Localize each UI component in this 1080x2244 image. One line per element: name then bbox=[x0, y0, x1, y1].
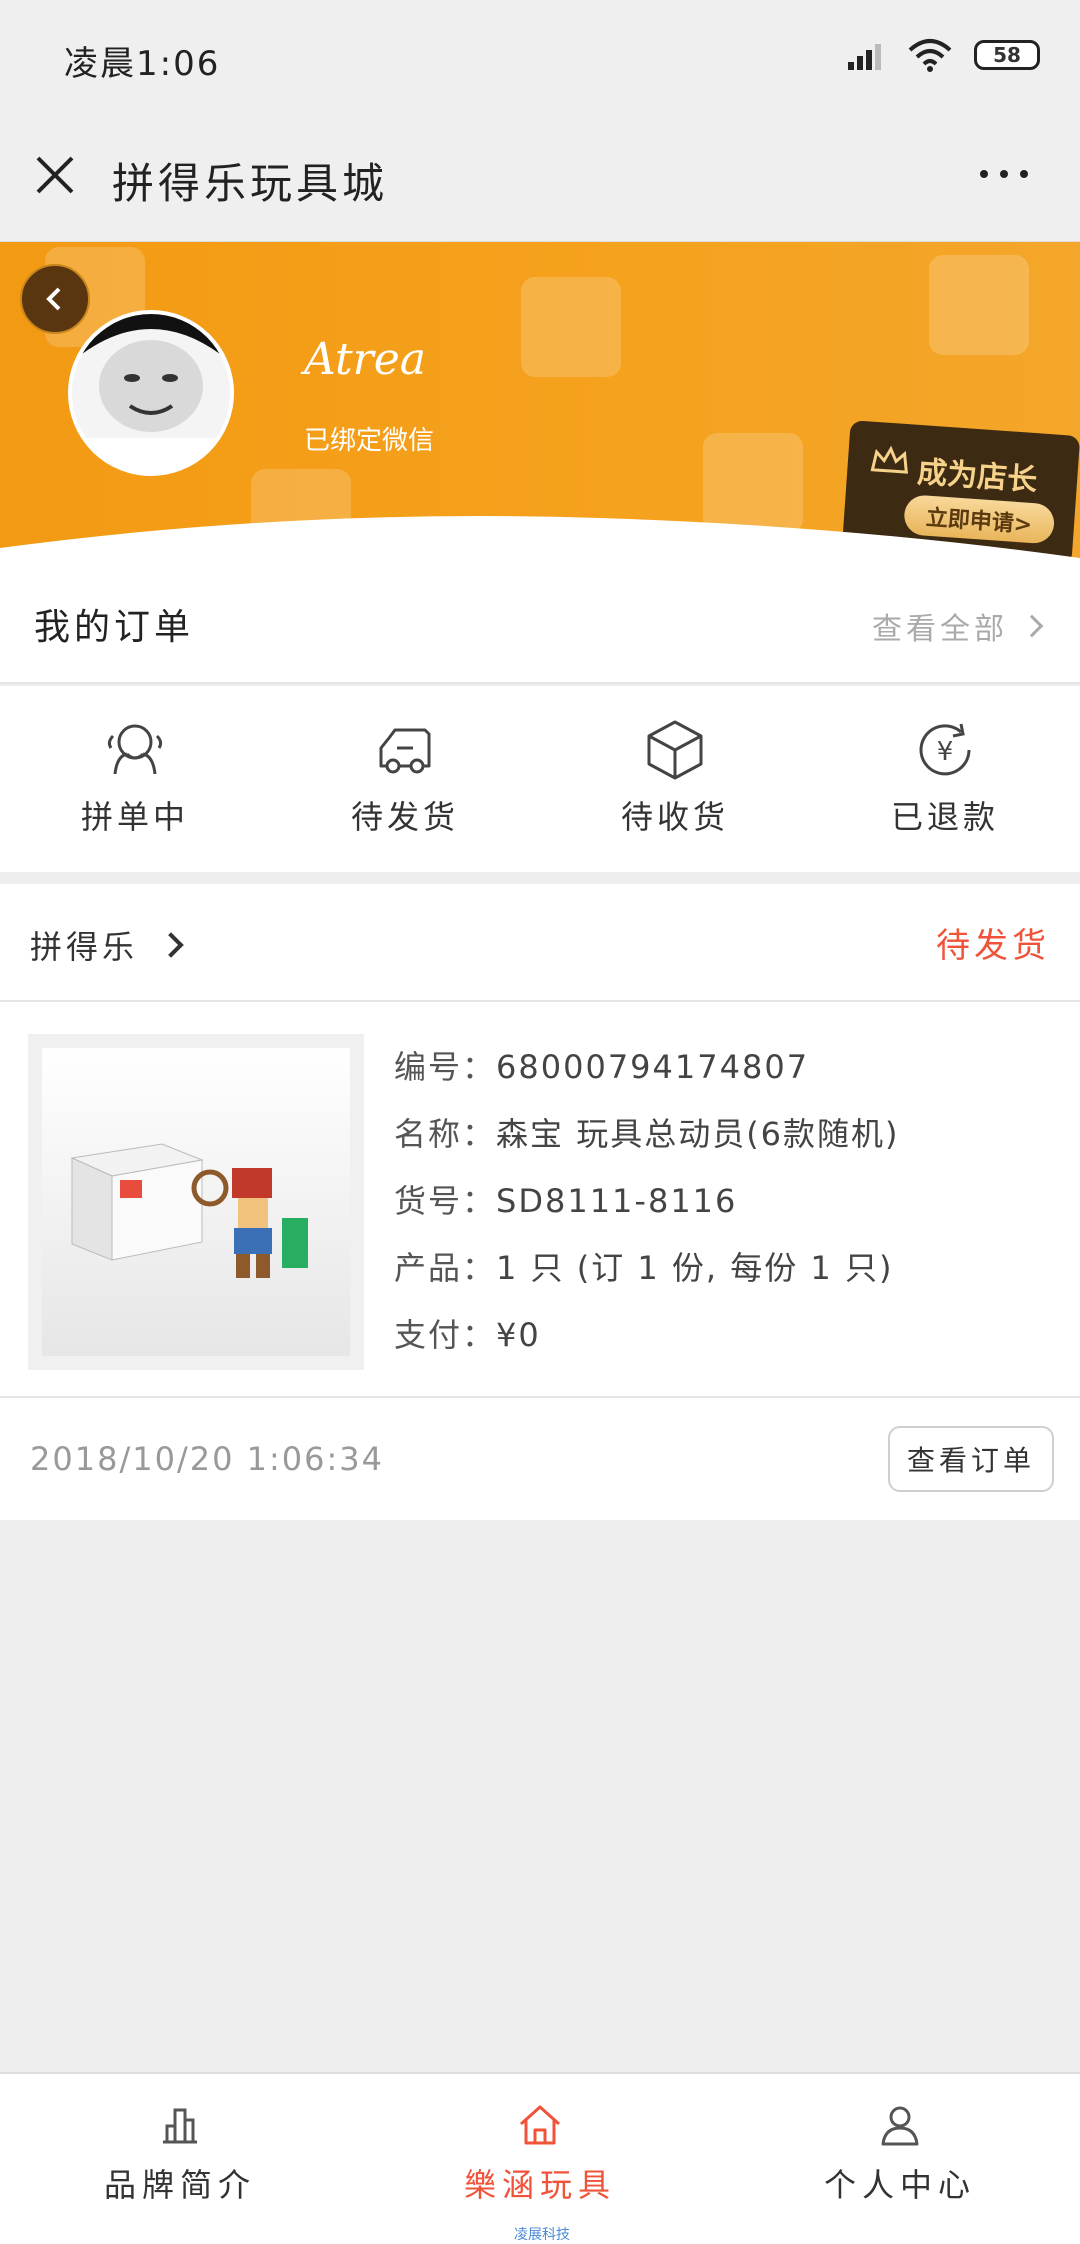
store-name: 拼得乐 bbox=[30, 928, 139, 966]
status-time: 凌晨1:06 bbox=[64, 44, 221, 84]
footer-credit: 凌展科技 bbox=[514, 2227, 570, 2243]
product-name-row: 名称：森宝 玩具总动员(6款随机) bbox=[394, 1101, 900, 1168]
bottom-nav: 品牌简介 樂涵玩具 个人中心 凌展科技 bbox=[0, 2072, 1080, 2244]
status-label: 待发货 bbox=[350, 798, 459, 836]
view-all-orders-link[interactable]: 查看全部 bbox=[872, 604, 1044, 648]
quantity-row: 产品：1 只 (订 1 份, 每份 1 只) bbox=[394, 1235, 900, 1302]
nav-item-toys[interactable]: 樂涵玩具 bbox=[360, 2074, 720, 2244]
order-footer: 2018/10/20 1:06:34 查看订单 bbox=[0, 1396, 1080, 1520]
brand-chart-icon bbox=[163, 2108, 197, 2144]
payment-value: ¥0 bbox=[496, 1316, 541, 1354]
order-number-row: 编号：68000794174807 bbox=[394, 1034, 900, 1101]
product-image[interactable] bbox=[28, 1034, 364, 1370]
nav-item-profile[interactable]: 个人中心 bbox=[720, 2074, 1080, 2244]
chevron-right-icon bbox=[1020, 614, 1044, 638]
package-icon bbox=[647, 720, 703, 780]
order-time: 2018/10/20 1:06:34 bbox=[30, 1440, 384, 1478]
sku-row: 货号：SD8111-8116 bbox=[394, 1168, 900, 1235]
nav-label: 品牌简介 bbox=[103, 2166, 256, 2204]
orders-title: 我的订单 bbox=[34, 607, 195, 648]
payment-label: 支付： bbox=[394, 1316, 497, 1354]
store-name-link[interactable]: 拼得乐 bbox=[30, 922, 184, 968]
user-icon bbox=[881, 2106, 919, 2146]
view-order-button[interactable]: 查看订单 bbox=[888, 1426, 1054, 1492]
status-to-ship[interactable]: 待发货 bbox=[270, 686, 540, 872]
battery-indicator: 58 bbox=[974, 40, 1040, 70]
order-status: 待发货 bbox=[936, 926, 1050, 966]
quantity-value: 1 只 (订 1 份, 每份 1 只) bbox=[496, 1249, 894, 1287]
svg-text:¥: ¥ bbox=[937, 737, 954, 767]
order-info: 编号：68000794174807 名称：森宝 玩具总动员(6款随机) 货号：S… bbox=[394, 1034, 900, 1369]
puzzle-decoration-icon bbox=[521, 277, 621, 377]
status-refunded[interactable]: ¥ 已退款 bbox=[810, 686, 1080, 872]
sku-label: 货号： bbox=[394, 1182, 497, 1220]
more-icon[interactable] bbox=[980, 170, 1028, 178]
refund-icon: ¥ bbox=[919, 723, 971, 776]
username: Atrea bbox=[304, 334, 426, 385]
back-icon[interactable] bbox=[20, 264, 90, 334]
profile-header: Atrea 已绑定微信 成为店长 立即申请> bbox=[0, 242, 1080, 568]
bind-status: 已绑定微信 bbox=[304, 426, 435, 456]
quantity-label: 产品： bbox=[394, 1249, 497, 1287]
avatar[interactable] bbox=[68, 310, 234, 476]
status-icons: 58 bbox=[848, 38, 1040, 72]
status-to-receive[interactable]: 待收货 bbox=[540, 686, 810, 872]
status-label: 已退款 bbox=[890, 798, 999, 836]
sku-value: SD8111-8116 bbox=[496, 1182, 738, 1220]
product-name: 森宝 玩具总动员(6款随机) bbox=[496, 1115, 900, 1153]
shop-cta-title: 成为店长 bbox=[916, 454, 1039, 499]
puzzle-decoration-icon bbox=[929, 255, 1029, 355]
view-all-label: 查看全部 bbox=[872, 612, 1008, 647]
page-title: 拼得乐玩具城 bbox=[112, 159, 389, 208]
close-icon[interactable] bbox=[32, 152, 78, 198]
order-card[interactable]: 拼得乐 待发货 编号：68000794174807 名称：森宝 玩具总动员(6款… bbox=[0, 884, 1080, 1520]
order-status-row: 拼单中 待发货 待收货 ¥ 已退款 bbox=[0, 686, 1080, 872]
header-wave bbox=[0, 516, 1080, 568]
toy-box-illustration bbox=[70, 1143, 308, 1278]
nav-label: 樂涵玩具 bbox=[463, 2166, 616, 2204]
status-bar: 凌晨1:06 58 bbox=[0, 0, 1080, 112]
orders-header: 我的订单 查看全部 bbox=[0, 568, 1080, 684]
nav-item-brand[interactable]: 品牌简介 bbox=[0, 2074, 360, 2244]
nav-label: 个人中心 bbox=[823, 2166, 976, 2204]
status-grouping[interactable]: 拼单中 bbox=[0, 686, 270, 872]
truck-icon bbox=[379, 728, 431, 774]
wifi-icon bbox=[908, 39, 952, 72]
status-label: 待收货 bbox=[620, 798, 729, 836]
product-name-label: 名称： bbox=[394, 1115, 497, 1153]
title-bar: 拼得乐玩具城 bbox=[0, 112, 1080, 242]
order-number-label: 编号： bbox=[394, 1048, 497, 1086]
chevron-right-icon bbox=[158, 932, 184, 958]
crown-icon bbox=[870, 445, 908, 474]
payment-row: 支付：¥0 bbox=[394, 1302, 900, 1369]
home-icon bbox=[519, 2105, 561, 2145]
status-label: 拼单中 bbox=[80, 798, 189, 836]
group-icon bbox=[107, 724, 163, 775]
store-row[interactable]: 拼得乐 待发货 bbox=[0, 884, 1080, 1002]
signal-icon bbox=[848, 40, 886, 70]
order-number: 68000794174807 bbox=[496, 1048, 810, 1086]
